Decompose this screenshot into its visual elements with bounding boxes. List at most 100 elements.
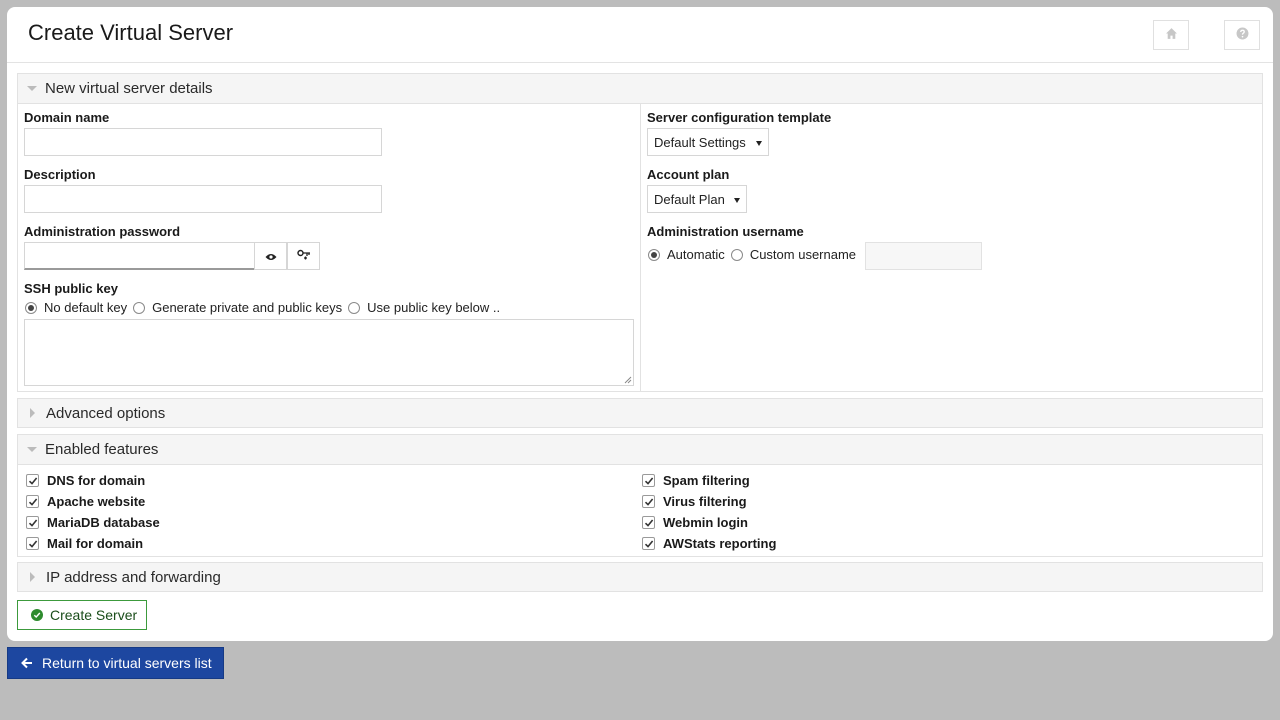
check-circle-icon <box>31 609 43 621</box>
feature-mariadb[interactable]: MariaDB database <box>26 515 160 530</box>
ssh-no-default-radio[interactable] <box>25 301 37 314</box>
features-section: Enabled features DNS for domain Apache w… <box>17 434 1263 557</box>
home-button[interactable] <box>1153 20 1189 50</box>
admin-username-options: Automatic Custom username <box>648 247 862 262</box>
username-automatic-label: Automatic <box>667 247 725 262</box>
help-icon <box>1236 27 1249 43</box>
help-button[interactable] <box>1224 20 1260 50</box>
advanced-section-header[interactable]: Advanced options <box>18 399 1262 427</box>
dropdown-arrow-icon <box>756 141 762 146</box>
checkmark-icon <box>28 497 37 506</box>
title-bar: Create Virtual Server <box>7 7 1273 63</box>
checkmark-icon <box>644 518 653 527</box>
ssh-key-label: SSH public key <box>24 281 118 296</box>
feature-label: AWStats reporting <box>663 536 777 551</box>
feature-label: Virus filtering <box>663 494 747 509</box>
checkbox-checked[interactable] <box>642 495 655 508</box>
checkbox-checked[interactable] <box>642 516 655 529</box>
dropdown-arrow-icon <box>734 198 740 203</box>
checkmark-icon <box>644 476 653 485</box>
features-section-header[interactable]: Enabled features <box>18 435 1262 464</box>
domain-name-input[interactable] <box>24 128 382 156</box>
details-right-column: Server configuration template Default Se… <box>641 104 1263 391</box>
template-select[interactable]: Default Settings <box>647 128 769 156</box>
ssh-key-options: No default key Generate private and publ… <box>25 300 506 315</box>
ssh-generate-radio[interactable] <box>133 301 146 314</box>
feature-spam[interactable]: Spam filtering <box>642 473 750 488</box>
feature-label: DNS for domain <box>47 473 146 488</box>
advanced-section: Advanced options <box>17 398 1263 428</box>
main-panel: Create Virtual Server New virtual server… <box>7 7 1273 641</box>
feature-awstats[interactable]: AWStats reporting <box>642 536 776 551</box>
feature-label: MariaDB database <box>47 515 160 530</box>
ssh-key-textarea[interactable] <box>24 319 634 386</box>
home-icon <box>1165 27 1178 43</box>
plan-select[interactable]: Default Plan <box>647 185 747 213</box>
features-section-title: Enabled features <box>45 441 159 458</box>
create-server-label: Create Server <box>50 607 138 623</box>
ssh-use-below-radio[interactable] <box>348 301 361 314</box>
checkbox-checked[interactable] <box>26 516 39 529</box>
collapsed-triangle-icon <box>30 572 35 582</box>
checkmark-icon <box>28 518 37 527</box>
details-left-column: Domain name Description Administration p… <box>18 104 641 391</box>
plan-label: Account plan <box>647 167 730 182</box>
return-to-list-label: Return to virtual servers list <box>42 655 212 671</box>
username-automatic-radio[interactable] <box>648 248 660 261</box>
details-section-title: New virtual server details <box>45 80 213 97</box>
eye-icon <box>265 249 277 264</box>
ssh-generate-label: Generate private and public keys <box>152 300 343 315</box>
template-select-value: Default Settings <box>654 134 746 150</box>
template-label: Server configuration template <box>647 110 832 125</box>
checkbox-checked[interactable] <box>642 537 655 550</box>
resize-grip-icon[interactable] <box>624 376 632 384</box>
return-to-list-button[interactable]: Return to virtual servers list <box>7 647 224 679</box>
ssh-no-default-label: No default key <box>44 300 128 315</box>
feature-label: Mail for domain <box>47 536 144 551</box>
username-custom-label: Custom username <box>749 247 857 262</box>
admin-password-input[interactable] <box>24 242 255 270</box>
expanded-triangle-icon <box>27 447 37 452</box>
generate-password-button[interactable] <box>287 242 320 270</box>
admin-password-label: Administration password <box>24 224 181 239</box>
features-section-body: DNS for domain Apache website MariaDB da… <box>18 464 1262 556</box>
plan-select-value: Default Plan <box>654 191 725 207</box>
feature-label: Spam filtering <box>663 473 750 488</box>
create-server-button[interactable]: Create Server <box>17 600 147 630</box>
key-icon <box>296 249 311 264</box>
description-label: Description <box>24 167 96 182</box>
checkbox-checked[interactable] <box>642 474 655 487</box>
username-custom-radio[interactable] <box>730 248 743 261</box>
checkmark-icon <box>644 539 653 548</box>
ssh-use-below-label: Use public key below .. <box>367 300 501 315</box>
feature-webmin[interactable]: Webmin login <box>642 515 748 530</box>
domain-name-label: Domain name <box>24 110 110 125</box>
admin-username-label: Administration username <box>647 224 804 239</box>
feature-label: Webmin login <box>663 515 748 530</box>
description-input[interactable] <box>24 185 382 213</box>
checkmark-icon <box>28 539 37 548</box>
checkmark-icon <box>28 476 37 485</box>
ip-section: IP address and forwarding <box>17 562 1263 592</box>
checkbox-checked[interactable] <box>26 495 39 508</box>
ip-section-title: IP address and forwarding <box>46 568 221 586</box>
expanded-triangle-icon <box>27 86 37 91</box>
checkmark-icon <box>644 497 653 506</box>
details-section: New virtual server details Domain name D… <box>17 73 1263 392</box>
feature-label: Apache website <box>47 494 146 509</box>
feature-apache[interactable]: Apache website <box>26 494 145 509</box>
feature-dns[interactable]: DNS for domain <box>26 473 145 488</box>
collapsed-triangle-icon <box>30 408 35 418</box>
details-section-body: Domain name Description Administration p… <box>18 103 1262 391</box>
checkbox-checked[interactable] <box>26 537 39 550</box>
details-section-header[interactable]: New virtual server details <box>18 74 1262 103</box>
arrow-left-icon <box>21 657 32 669</box>
feature-virus[interactable]: Virus filtering <box>642 494 747 509</box>
page-title: Create Virtual Server <box>28 20 234 45</box>
feature-mail[interactable]: Mail for domain <box>26 536 143 551</box>
advanced-section-title: Advanced options <box>46 404 166 422</box>
checkbox-checked[interactable] <box>26 474 39 487</box>
custom-username-input[interactable] <box>865 242 982 270</box>
ip-section-header[interactable]: IP address and forwarding <box>18 563 1262 591</box>
show-password-button[interactable] <box>254 242 287 270</box>
